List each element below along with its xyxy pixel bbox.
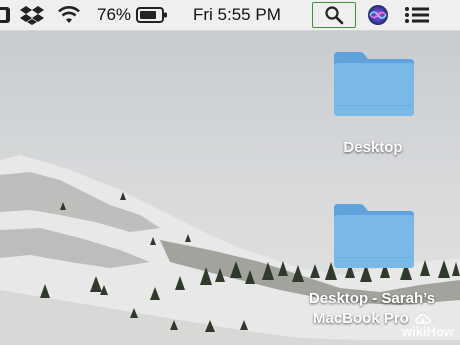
dropbox-icon[interactable]	[20, 0, 44, 30]
partial-app-icon[interactable]	[0, 0, 14, 30]
desktop-folder-label[interactable]: Desktop	[318, 139, 428, 156]
icloud-desktop-folder-label-line1[interactable]: Desktop - Sarah’s	[292, 290, 452, 307]
spotlight-search-icon	[325, 6, 344, 25]
desktop-folder-item[interactable]	[330, 50, 416, 123]
clock[interactable]: Fri 5:55 PM	[193, 5, 281, 25]
wikihow-watermark: wikiHow	[401, 324, 454, 339]
siri-icon[interactable]	[367, 0, 389, 30]
spotlight-button[interactable]	[312, 2, 356, 28]
battery-percent[interactable]: 76%	[97, 5, 131, 25]
folder-icon	[334, 52, 414, 116]
folder-icon	[334, 204, 414, 268]
wifi-icon[interactable]	[56, 0, 82, 30]
menu-bar: 76% Fri 5:55 PM	[0, 0, 460, 31]
icloud-desktop-folder-item[interactable]	[330, 202, 416, 275]
battery-icon[interactable]	[136, 0, 168, 30]
folder-label-text: MacBook Pro	[312, 310, 409, 327]
notification-center-icon[interactable]	[404, 0, 430, 30]
